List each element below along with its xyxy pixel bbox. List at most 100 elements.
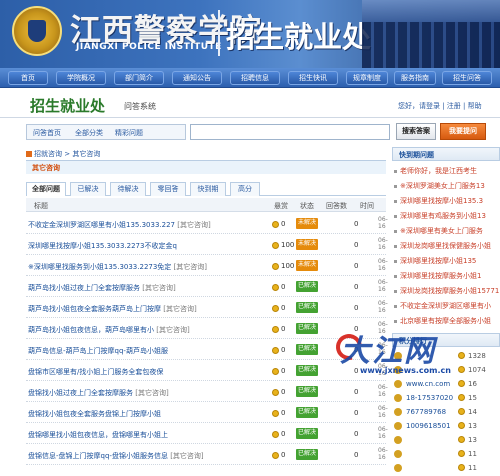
- answer-count: 0: [354, 262, 359, 270]
- coin-icon: [458, 380, 465, 387]
- status-badge: 已解决: [296, 302, 318, 313]
- coin-icon: [272, 389, 279, 396]
- answer-count: 0: [354, 409, 359, 417]
- nav-guide[interactable]: 服务指南: [394, 71, 436, 85]
- status-badge: 已解决: [296, 281, 318, 292]
- rank-item[interactable]: 11: [394, 447, 500, 462]
- answer-count: 0: [354, 388, 359, 396]
- question-title[interactable]: 深圳哪里找按摩小姐135.3033.2273不收定金q: [28, 241, 177, 251]
- status-badge: 已解决: [296, 365, 318, 376]
- table-row[interactable]: 盘锦哪里找小姐包夜信息，盘锦哪里有小姐上 0 已解决 0 06-16: [26, 424, 388, 444]
- table-row[interactable]: 深圳哪里找按摩小姐135.3033.2273不收定金q 100 未解决 0 06-16: [26, 235, 388, 255]
- rank-item[interactable]: 767789768 14: [394, 405, 500, 420]
- expiring-item[interactable]: 老师你好，我是江西考生: [394, 166, 477, 176]
- expiring-item[interactable]: 深圳龙岗哪里找保健服务小姐: [394, 241, 491, 251]
- coin-icon: [272, 305, 279, 312]
- table-row[interactable]: 盘锦找小姐包夜全套服务盘锦上门按摩小姐 0 已解决 0 06-16: [26, 403, 388, 423]
- school-name-en: JIANGXI POLICE INSTITUTE: [76, 42, 222, 52]
- table-row[interactable]: 葫芦岛找小姐过夜上门全套按摩服务 [其它咨询] 0 已解决 0 06-16: [26, 277, 388, 297]
- category-title: 其它咨询: [32, 164, 60, 172]
- reward-score: 0: [281, 346, 286, 354]
- question-time: 06-16: [378, 237, 388, 251]
- question-title[interactable]: 葫芦岛找小姐包夜信息，葫芦岛哪里有小 [其它咨询]: [28, 325, 190, 335]
- coin-icon: [272, 326, 279, 333]
- rank-user[interactable]: 1009618501: [406, 422, 451, 430]
- rank-item[interactable]: 1009618501 13: [394, 419, 500, 434]
- question-title[interactable]: 盘锦找小姐过夜上门全套按摩服务 [其它咨询]: [28, 388, 169, 398]
- table-row[interactable]: 不收定金深圳罗湖区哪里有小姐135.3033.227 [其它咨询] 0 未解决 0 06…: [26, 214, 388, 234]
- status-badge: 未解决: [296, 260, 318, 271]
- question-title[interactable]: ※深圳哪里找服务到小姐135.3033.2273免定 [其它咨询]: [28, 262, 207, 272]
- search-input[interactable]: [190, 124, 390, 140]
- nav-rules[interactable]: 规章制度: [346, 71, 388, 85]
- question-title[interactable]: 盘锦找小姐包夜全套服务盘锦上门按摩小姐: [28, 409, 161, 419]
- expiring-item[interactable]: ※深圳罗湖美女上门服务13: [394, 181, 485, 191]
- breadcrumb: 招就咨询 > 其它咨询: [26, 149, 100, 159]
- filter-high-score[interactable]: 高分: [230, 182, 260, 196]
- table-row[interactable]: 葫芦岛找小姐包夜全套服务葫芦岛上门按摩 [其它咨询] 0 已解决 0 06-16: [26, 298, 388, 318]
- answer-count: 0: [354, 430, 359, 438]
- expiring-item[interactable]: 北京哪里有按摩全部服务小姐: [394, 316, 491, 326]
- breadcrumb-home[interactable]: 招就咨询: [34, 150, 62, 158]
- table-row[interactable]: 盘锦市区哪里有/找小姐上门服务全套包夜保 0 已解决 0 06-16: [26, 361, 388, 381]
- breadcrumb-current: 其它咨询: [72, 150, 101, 158]
- nav-home[interactable]: 首页: [8, 71, 48, 85]
- question-title[interactable]: 不收定金深圳罗湖区哪里有小姐135.3033.227 [其它咨询]: [28, 220, 211, 230]
- nav-notice[interactable]: 通知公告: [172, 71, 222, 85]
- user-links[interactable]: 您好，请登录 | 注册 | 帮助: [398, 101, 482, 111]
- table-row[interactable]: 盘锦找小姐过夜上门全套按摩服务 [其它咨询] 0 已解决 0 06-16: [26, 382, 388, 402]
- office-title: 招生就业处: [226, 20, 372, 54]
- nav-admission-news[interactable]: 招生快讯: [288, 71, 338, 85]
- filter-zero-answer[interactable]: 零回答: [150, 182, 186, 196]
- question-title[interactable]: 葫芦岛信息-葫芦岛上门按摩qq-葫芦岛小姐服: [28, 346, 168, 356]
- table-row[interactable]: 葫芦岛找小姐包夜信息，葫芦岛哪里有小 [其它咨询] 0 已解决 0 06-16: [26, 319, 388, 339]
- expiring-title: 快到期问题: [399, 151, 434, 159]
- question-title[interactable]: 盘锦信息-盘锦上门按摩qq-盘锦小姐服务信息 [其它咨询]: [28, 451, 204, 461]
- coin-icon: [458, 464, 465, 471]
- coin-icon: [272, 347, 279, 354]
- ask-question-button[interactable]: 我要提问: [440, 123, 486, 140]
- expiring-item[interactable]: 深圳龙岗找按摩服务小姐15771: [394, 286, 499, 296]
- filter-expiring[interactable]: 快到期: [190, 182, 226, 196]
- expiring-item[interactable]: 深圳哪里找按摩小姐135: [394, 256, 476, 266]
- rank-item[interactable]: 13: [394, 433, 500, 448]
- nav-jobs[interactable]: 招聘信息: [230, 71, 280, 85]
- tab-qa-home[interactable]: 问答首页: [33, 128, 61, 138]
- reward-score: 0: [281, 283, 286, 291]
- question-title[interactable]: 葫芦岛找小姐过夜上门全套按摩服务 [其它咨询]: [28, 283, 176, 293]
- tab-featured[interactable]: 精彩问题: [115, 128, 143, 138]
- expiring-item[interactable]: 深圳哪里有鸡服务到小姐13: [394, 211, 486, 221]
- nav-qa[interactable]: 招生问答: [442, 71, 492, 85]
- question-title[interactable]: 盘锦市区哪里有/找小姐上门服务全套包夜保: [28, 367, 163, 377]
- status-badge: 已解决: [296, 344, 318, 355]
- expiring-item[interactable]: 深圳哪里找按摩小姐135.3: [394, 196, 483, 206]
- rank-item[interactable]: 11: [394, 461, 500, 476]
- question-title[interactable]: 葫芦岛找小姐包夜全套服务葫芦岛上门按摩 [其它咨询]: [28, 304, 197, 314]
- expiring-item[interactable]: 不收定金深圳罗湖区哪里有小: [394, 301, 491, 311]
- question-title[interactable]: 盘锦哪里找小姐包夜信息，盘锦哪里有小姐上: [28, 430, 168, 440]
- reward-score: 0: [281, 409, 286, 417]
- rank-score: 13: [468, 422, 477, 430]
- rank-item[interactable]: 18-17537020 15: [394, 391, 500, 406]
- coin-icon: [458, 422, 465, 429]
- rank-user[interactable]: 767789768: [406, 408, 446, 416]
- table-row[interactable]: ※深圳哪里找服务到小姐135.3033.2273免定 [其它咨询] 100 未解决 0…: [26, 256, 388, 276]
- table-row[interactable]: 盘锦信息-盘锦上门按摩qq-盘锦小姐服务信息 [其它咨询] 0 已解决 0 06-16: [26, 445, 388, 465]
- filter-solved[interactable]: 已解决: [70, 182, 106, 196]
- reward-score: 0: [281, 451, 286, 459]
- rank-user[interactable]: 18-17537020: [406, 394, 453, 402]
- reward-score: 0: [281, 220, 286, 228]
- tab-all-categories[interactable]: 全部分类: [75, 128, 103, 138]
- nav-overview[interactable]: 学院概况: [56, 71, 106, 85]
- search-button[interactable]: 搜索答案: [396, 123, 436, 140]
- nav-department[interactable]: 部门简介: [114, 71, 164, 85]
- table-row[interactable]: 葫芦岛信息-葫芦岛上门按摩qq-葫芦岛小姐服 0 已解决 0 06-16: [26, 340, 388, 360]
- col-title: 标题: [34, 202, 48, 210]
- expiring-item[interactable]: ※深圳哪里有美女上门服务: [394, 226, 483, 236]
- filter-all[interactable]: 全部问题: [26, 182, 66, 196]
- filter-pending[interactable]: 待解决: [110, 182, 146, 196]
- answer-count: 0: [354, 220, 359, 228]
- col-time: 时间: [360, 202, 374, 210]
- expiring-item[interactable]: 深圳哪里找按摩服务小姐1: [394, 271, 481, 281]
- answer-count: 0: [354, 304, 359, 312]
